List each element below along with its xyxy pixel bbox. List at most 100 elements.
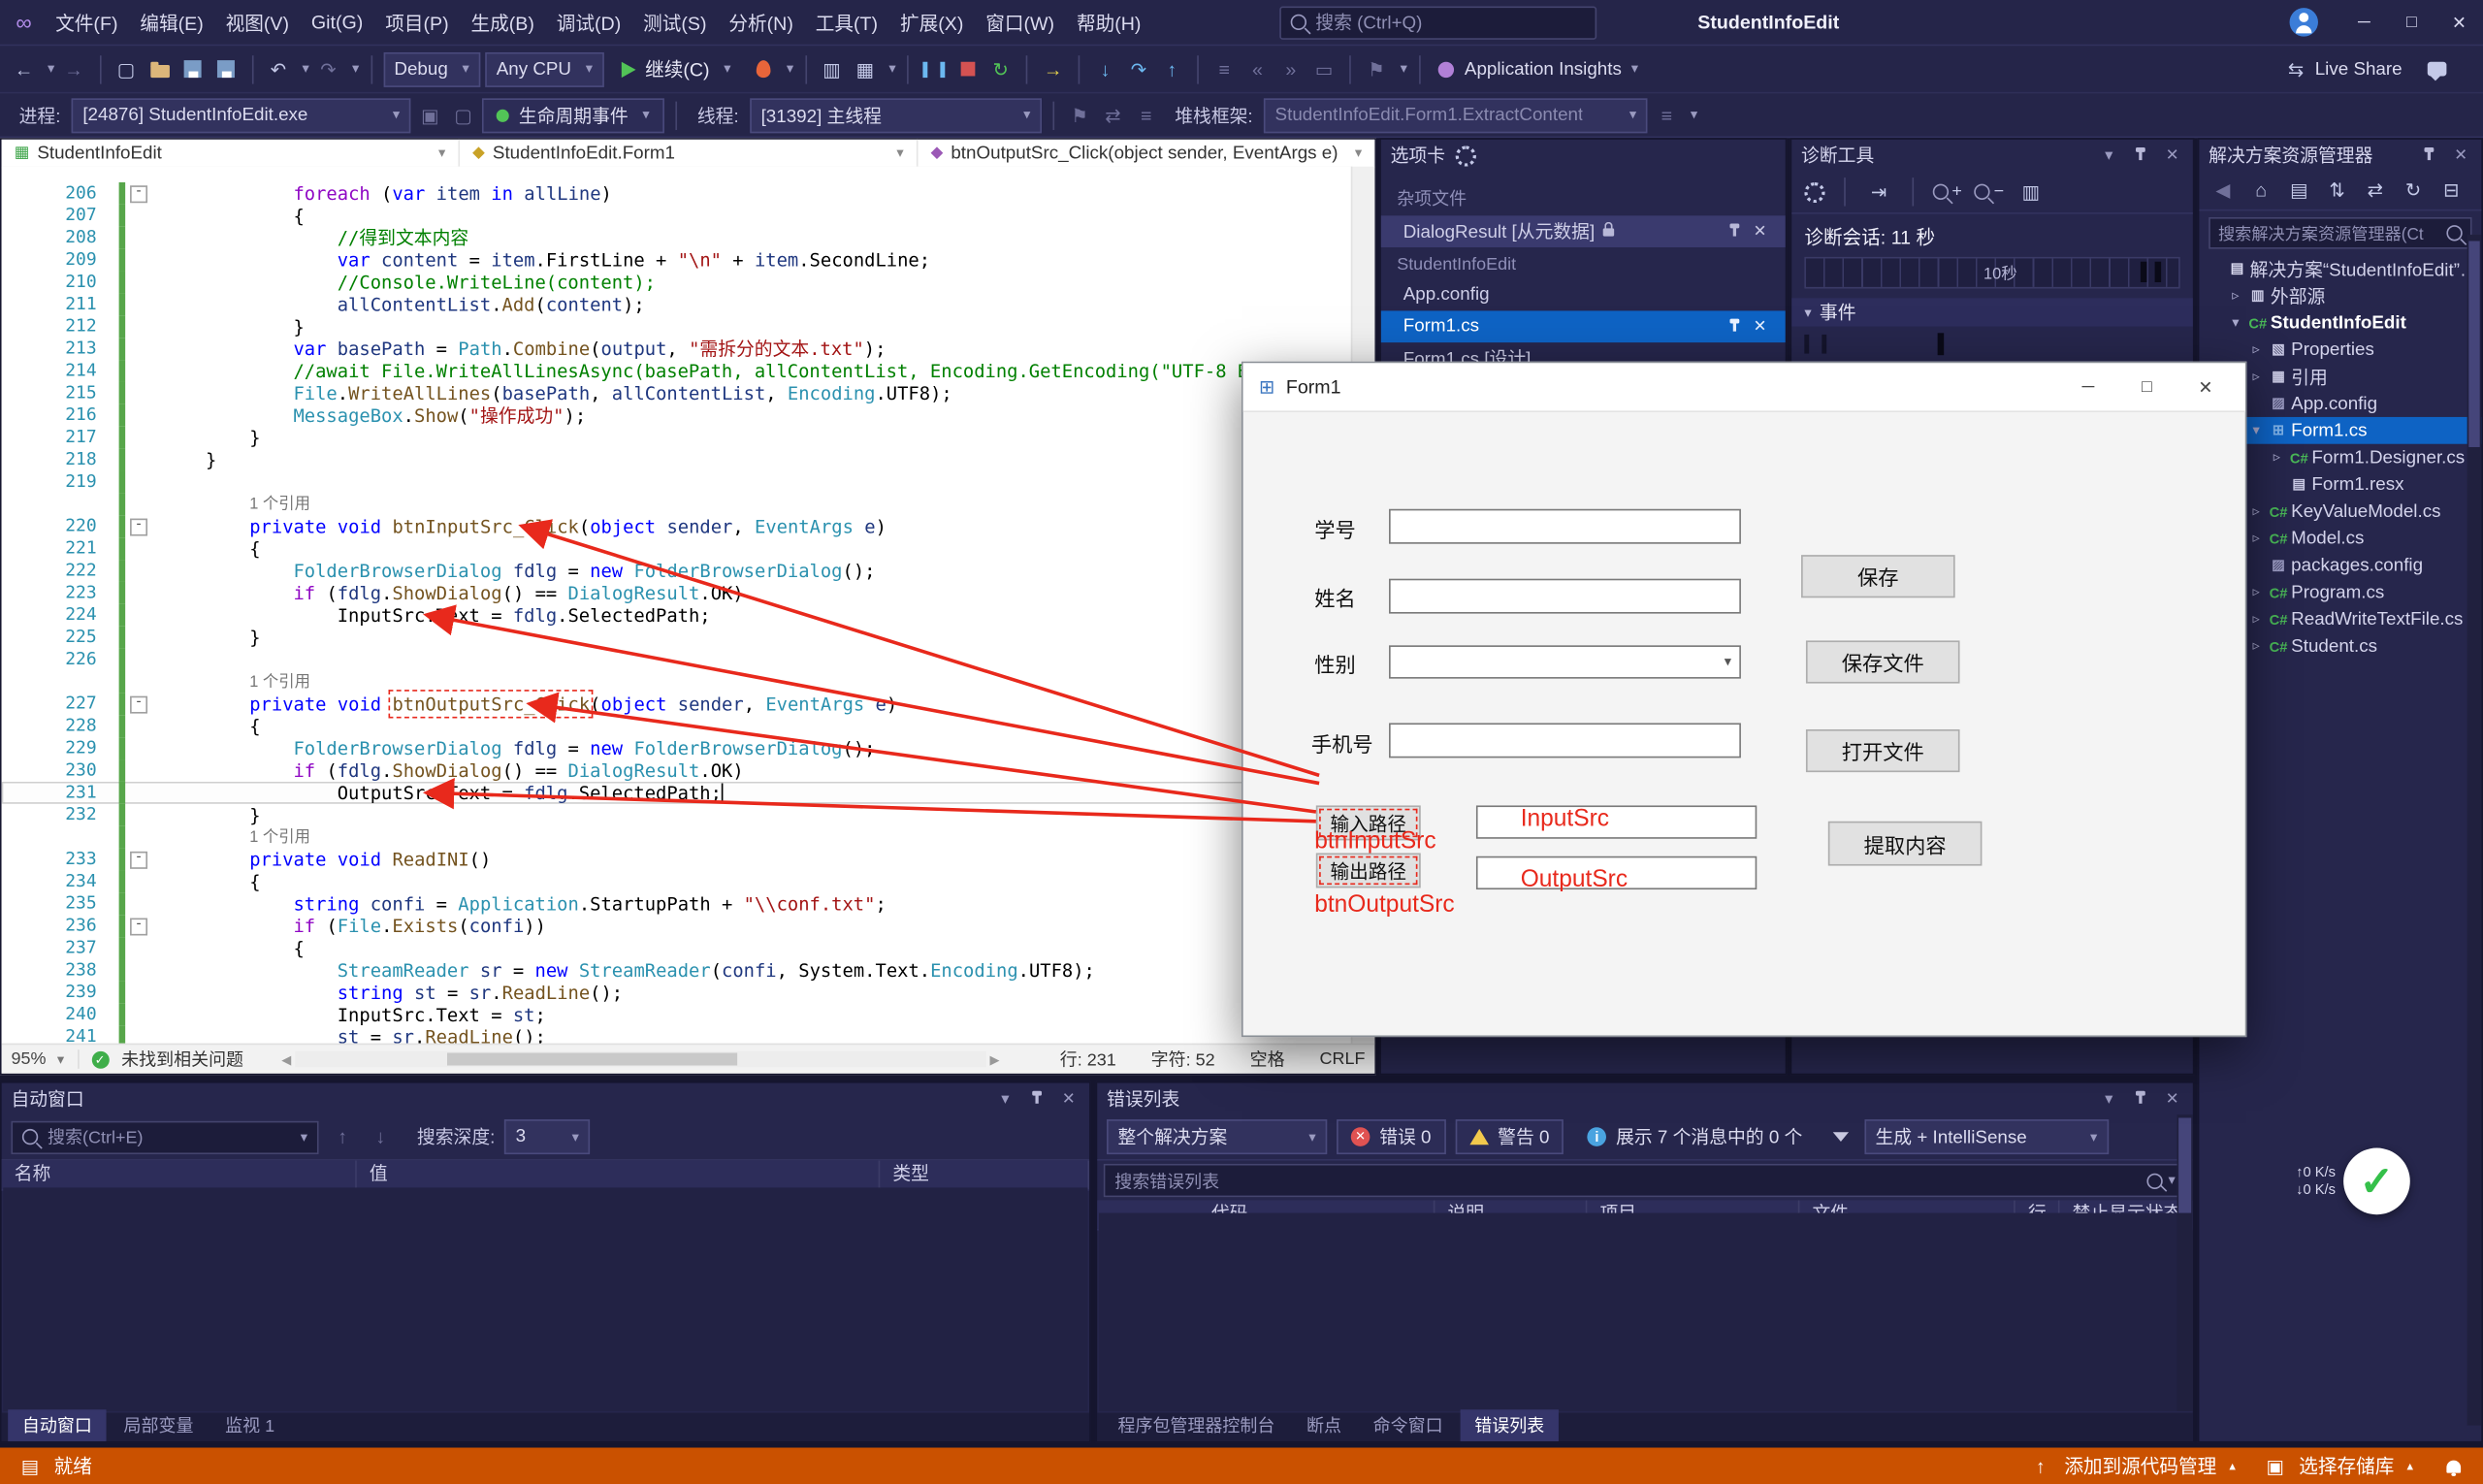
- code-line[interactable]: 233private void ReadINI(): [2, 849, 1353, 871]
- chevron-down-icon[interactable]: ▾: [1691, 107, 1697, 124]
- document-tab[interactable]: Form1.cs✕: [1381, 310, 1786, 342]
- fold-marker[interactable]: [128, 851, 148, 868]
- code-line[interactable]: 240InputSrc.Text = st;: [2, 1004, 1353, 1026]
- net-speed-widget[interactable]: ↑0 K/s ↓0 K/s ✓: [2296, 1148, 2410, 1215]
- tree-item[interactable]: ▤解决方案“StudentInfoEdit”(1 个项目: [2199, 255, 2481, 282]
- scrollbar-thumb[interactable]: [2468, 241, 2479, 447]
- stack-frame-dropdown[interactable]: StudentInfoEdit.Form1.ExtractContent▾: [1264, 98, 1648, 133]
- chevron-down-icon[interactable]: ▾: [787, 60, 793, 78]
- solution-search-box[interactable]: 搜索解决方案资源管理器(Ct: [2209, 217, 2471, 249]
- solution-platform-dropdown[interactable]: Any CPU▾: [485, 51, 603, 86]
- code-line[interactable]: 235string confi = Application.StartupPat…: [2, 892, 1353, 915]
- code-line[interactable]: 1 个引用: [2, 826, 1353, 849]
- save-button[interactable]: 保存: [1801, 555, 1955, 597]
- form1-titlebar[interactable]: ⊞ Form1 ─ □ ✕: [1243, 363, 2245, 412]
- save-file-button[interactable]: 保存文件: [1806, 640, 1960, 683]
- panel-tab[interactable]: 局部变量: [110, 1409, 208, 1441]
- minimize-button[interactable]: ─: [2340, 13, 2388, 32]
- menu-item[interactable]: 项目(P): [374, 9, 460, 36]
- chevron-down-icon[interactable]: ▾: [48, 60, 54, 78]
- close-icon[interactable]: ✕: [1057, 1090, 1080, 1108]
- panel-tab[interactable]: 自动窗口: [8, 1409, 106, 1441]
- feedback-icon[interactable]: [2423, 54, 2451, 82]
- memory-snapshot-icon[interactable]: ▣: [416, 101, 444, 129]
- zoom-out-icon[interactable]: −: [1975, 182, 2004, 202]
- close-icon[interactable]: ✕: [1747, 318, 1772, 336]
- user-avatar[interactable]: [2290, 8, 2318, 36]
- code-line[interactable]: 207{: [2, 205, 1353, 227]
- panel-tab[interactable]: 断点: [1292, 1409, 1355, 1441]
- thread-dropdown[interactable]: [31392] 主线程▾: [750, 98, 1042, 133]
- menu-item[interactable]: 分析(N): [718, 9, 804, 36]
- code-line[interactable]: 218}: [2, 449, 1353, 471]
- close-icon[interactable]: ✕: [2161, 146, 2183, 164]
- zoom-in-icon[interactable]: +: [1933, 182, 1962, 202]
- code-line[interactable]: 214//await File.WriteAllLinesAsync(baseP…: [2, 360, 1353, 382]
- decrease-indent-icon[interactable]: «: [1243, 54, 1272, 82]
- save-icon[interactable]: [178, 54, 207, 82]
- expander-icon[interactable]: ▹: [2246, 530, 2266, 547]
- expander-icon[interactable]: ▹: [2246, 584, 2266, 601]
- code-line[interactable]: 210//Console.WriteLine(content);: [2, 272, 1353, 294]
- code-line[interactable]: 216MessageBox.Show("操作成功");: [2, 404, 1353, 427]
- application-insights-label[interactable]: Application Insights: [1465, 59, 1622, 79]
- bell-icon[interactable]: [2438, 1452, 2467, 1480]
- tree-item[interactable]: ▾C#StudentInfoEdit: [2199, 309, 2481, 337]
- menu-item[interactable]: Git(G): [300, 11, 373, 33]
- scroll-left-icon[interactable]: ◀: [281, 1052, 291, 1067]
- break-all-icon[interactable]: [919, 54, 948, 82]
- show-threads-icon[interactable]: ⇄: [1099, 101, 1127, 129]
- expander-icon[interactable]: ▹: [2246, 610, 2266, 628]
- code-line[interactable]: 1 个引用: [2, 493, 1353, 515]
- home-icon[interactable]: ⌂: [2246, 176, 2274, 204]
- scroll-right-icon[interactable]: ▶: [990, 1052, 1000, 1067]
- expander-icon[interactable]: ▹: [2268, 449, 2287, 467]
- code-line[interactable]: 229FolderBrowserDialog fdlg = new Folder…: [2, 737, 1353, 759]
- error-list-scrollbar[interactable]: [2177, 1114, 2192, 1411]
- step-over-icon[interactable]: ↷: [1124, 54, 1152, 82]
- menu-item[interactable]: 测试(S): [632, 9, 718, 36]
- expander-icon[interactable]: ▾: [2246, 422, 2266, 439]
- chevron-down-icon[interactable]: ▾: [994, 1090, 1016, 1108]
- restart-icon[interactable]: ↻: [986, 54, 1015, 82]
- next-match-icon[interactable]: ↓: [367, 1122, 395, 1150]
- autos-search-box[interactable]: 搜索(Ctrl+E) ▾: [11, 1120, 318, 1153]
- chevron-down-icon[interactable]: ▾: [302, 60, 308, 78]
- code-line[interactable]: 239string st = sr.ReadLine();: [2, 982, 1353, 1004]
- switch-views-icon[interactable]: ▤: [2285, 176, 2313, 204]
- document-tab[interactable]: App.config: [1381, 279, 1786, 311]
- code-line[interactable]: 225}: [2, 627, 1353, 649]
- continue-button[interactable]: 继续(C)▾: [608, 51, 743, 86]
- pending-changes-filter-icon[interactable]: ⇅: [2323, 176, 2351, 204]
- diagnostics-timeline[interactable]: 10秒: [1804, 257, 2179, 289]
- export-report-icon[interactable]: ⇥: [1864, 177, 1892, 206]
- split-window-icon[interactable]: ▦: [851, 54, 879, 82]
- form1-window[interactable]: ⊞ Form1 ─ □ ✕ 学号 姓名 保存 性别 ▾ 保存文件 手机号 打开文…: [1242, 362, 2246, 1037]
- chevron-down-icon[interactable]: ▾: [1631, 60, 1638, 78]
- redo-icon[interactable]: ↷: [314, 54, 342, 82]
- menu-item[interactable]: 文件(F): [45, 9, 129, 36]
- code-line[interactable]: 219: [2, 471, 1353, 494]
- input-path-textbox[interactable]: [1476, 805, 1757, 838]
- menu-item[interactable]: 帮助(H): [1066, 9, 1152, 36]
- chevron-up-icon[interactable]: ▴: [2406, 1459, 2413, 1473]
- code-line[interactable]: 222FolderBrowserDialog fdlg = new Folder…: [2, 560, 1353, 582]
- expander-icon[interactable]: ▹: [2226, 287, 2245, 305]
- code-line[interactable]: 206foreach (var item in allLine): [2, 182, 1353, 205]
- pin-icon[interactable]: [1722, 318, 1747, 336]
- timeline-chart-icon[interactable]: ▥: [2016, 177, 2045, 206]
- pin-icon[interactable]: [2129, 1090, 2151, 1108]
- zoom-control[interactable]: 95% ▾: [11, 1049, 79, 1069]
- code-line[interactable]: 228{: [2, 715, 1353, 737]
- bookmark-icon[interactable]: ⚑: [1362, 54, 1390, 82]
- code-line[interactable]: 234{: [2, 870, 1353, 892]
- scrollbar-thumb[interactable]: [2178, 1117, 2191, 1212]
- maximize-button[interactable]: □: [2388, 13, 2435, 32]
- chevron-down-icon[interactable]: ▾: [888, 60, 895, 78]
- column-header[interactable]: 名称: [2, 1161, 357, 1189]
- navigate-back-icon[interactable]: ←: [10, 54, 38, 82]
- close-button[interactable]: ✕: [2435, 12, 2483, 32]
- code-line[interactable]: 213var basePath = Path.Combine(output, "…: [2, 338, 1353, 360]
- code-line[interactable]: 238StreamReader sr = new StreamReader(co…: [2, 959, 1353, 982]
- lifecycle-events-button[interactable]: 生命周期事件▾: [482, 98, 663, 133]
